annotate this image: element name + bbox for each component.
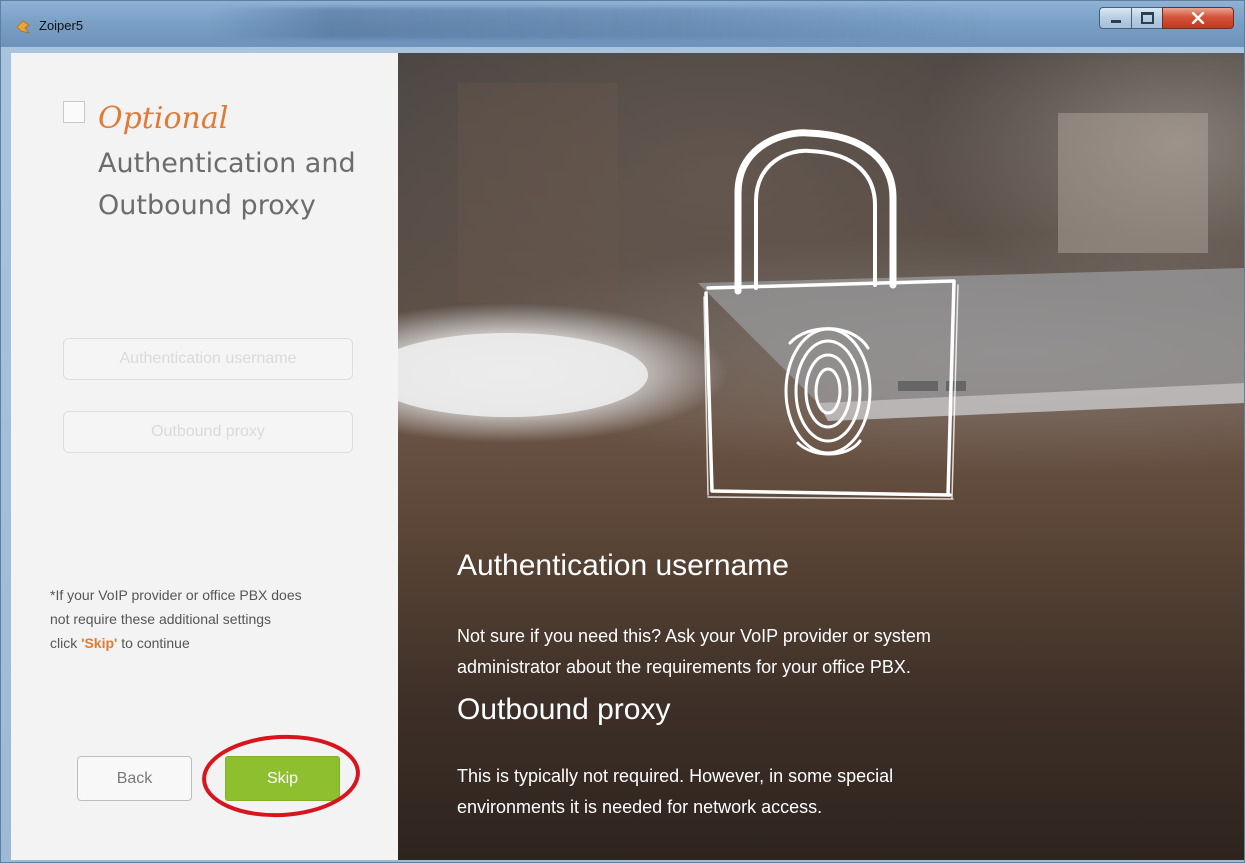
skip-note-suffix: to continue <box>117 635 190 651</box>
proxy-description-line-2: environments it is needed for network ac… <box>457 797 823 817</box>
title-bar[interactable]: Zoiper5 <box>1 1 1244 47</box>
skip-note-line-1: *If your VoIP provider or office PBX doe… <box>50 587 302 603</box>
title-bar-blur <box>211 7 991 39</box>
auth-description-line-2: administrator about the requirements for… <box>457 657 911 677</box>
window-title: Zoiper5 <box>39 18 84 33</box>
skip-note: *If your VoIP provider or office PBX doe… <box>50 583 370 655</box>
outbound-proxy-description: This is typically not required. However,… <box>457 761 1157 823</box>
minimize-icon <box>1110 19 1121 23</box>
close-icon <box>1191 12 1205 24</box>
back-button[interactable]: Back <box>77 756 192 801</box>
zoiper-logo-icon <box>16 20 31 34</box>
outbound-proxy-input[interactable]: Outbound proxy <box>63 411 353 453</box>
page-title: Authentication and Outbound proxy <box>98 143 378 227</box>
auth-username-input[interactable]: Authentication username <box>63 338 353 380</box>
page-title-line-1: Authentication and <box>98 148 356 179</box>
optional-checkbox[interactable] <box>63 101 85 123</box>
skip-note-prefix: click <box>50 635 82 651</box>
page-title-line-2: Outbound proxy <box>98 190 316 221</box>
annotation-highlight-circle <box>202 734 360 818</box>
optional-label: Optional <box>98 101 229 136</box>
client-area: Optional Authentication and Outbound pro… <box>11 53 1244 860</box>
app-window: Zoiper5 Optional Authentication and Outb… <box>0 0 1245 863</box>
auth-description-line-1: Not sure if you need this? Ask your VoIP… <box>457 626 931 646</box>
maximize-button[interactable] <box>1131 7 1163 29</box>
auth-username-heading: Authentication username <box>457 549 789 582</box>
settings-panel: Optional Authentication and Outbound pro… <box>11 53 398 860</box>
maximize-icon <box>1140 12 1154 24</box>
outbound-proxy-heading: Outbound proxy <box>457 693 671 726</box>
auth-username-description: Not sure if you need this? Ask your VoIP… <box>457 621 1157 683</box>
skip-note-line-3: click 'Skip' to continue <box>50 631 370 655</box>
skip-note-keyword: 'Skip' <box>81 635 118 651</box>
minimize-button[interactable] <box>1099 7 1132 29</box>
close-button[interactable] <box>1162 7 1234 29</box>
padlock-fingerprint-icon <box>703 129 959 500</box>
proxy-description-line-1: This is typically not required. However,… <box>457 766 894 786</box>
info-panel: Authentication username Not sure if you … <box>398 53 1244 860</box>
skip-note-line-2: not require these additional settings <box>50 611 272 627</box>
